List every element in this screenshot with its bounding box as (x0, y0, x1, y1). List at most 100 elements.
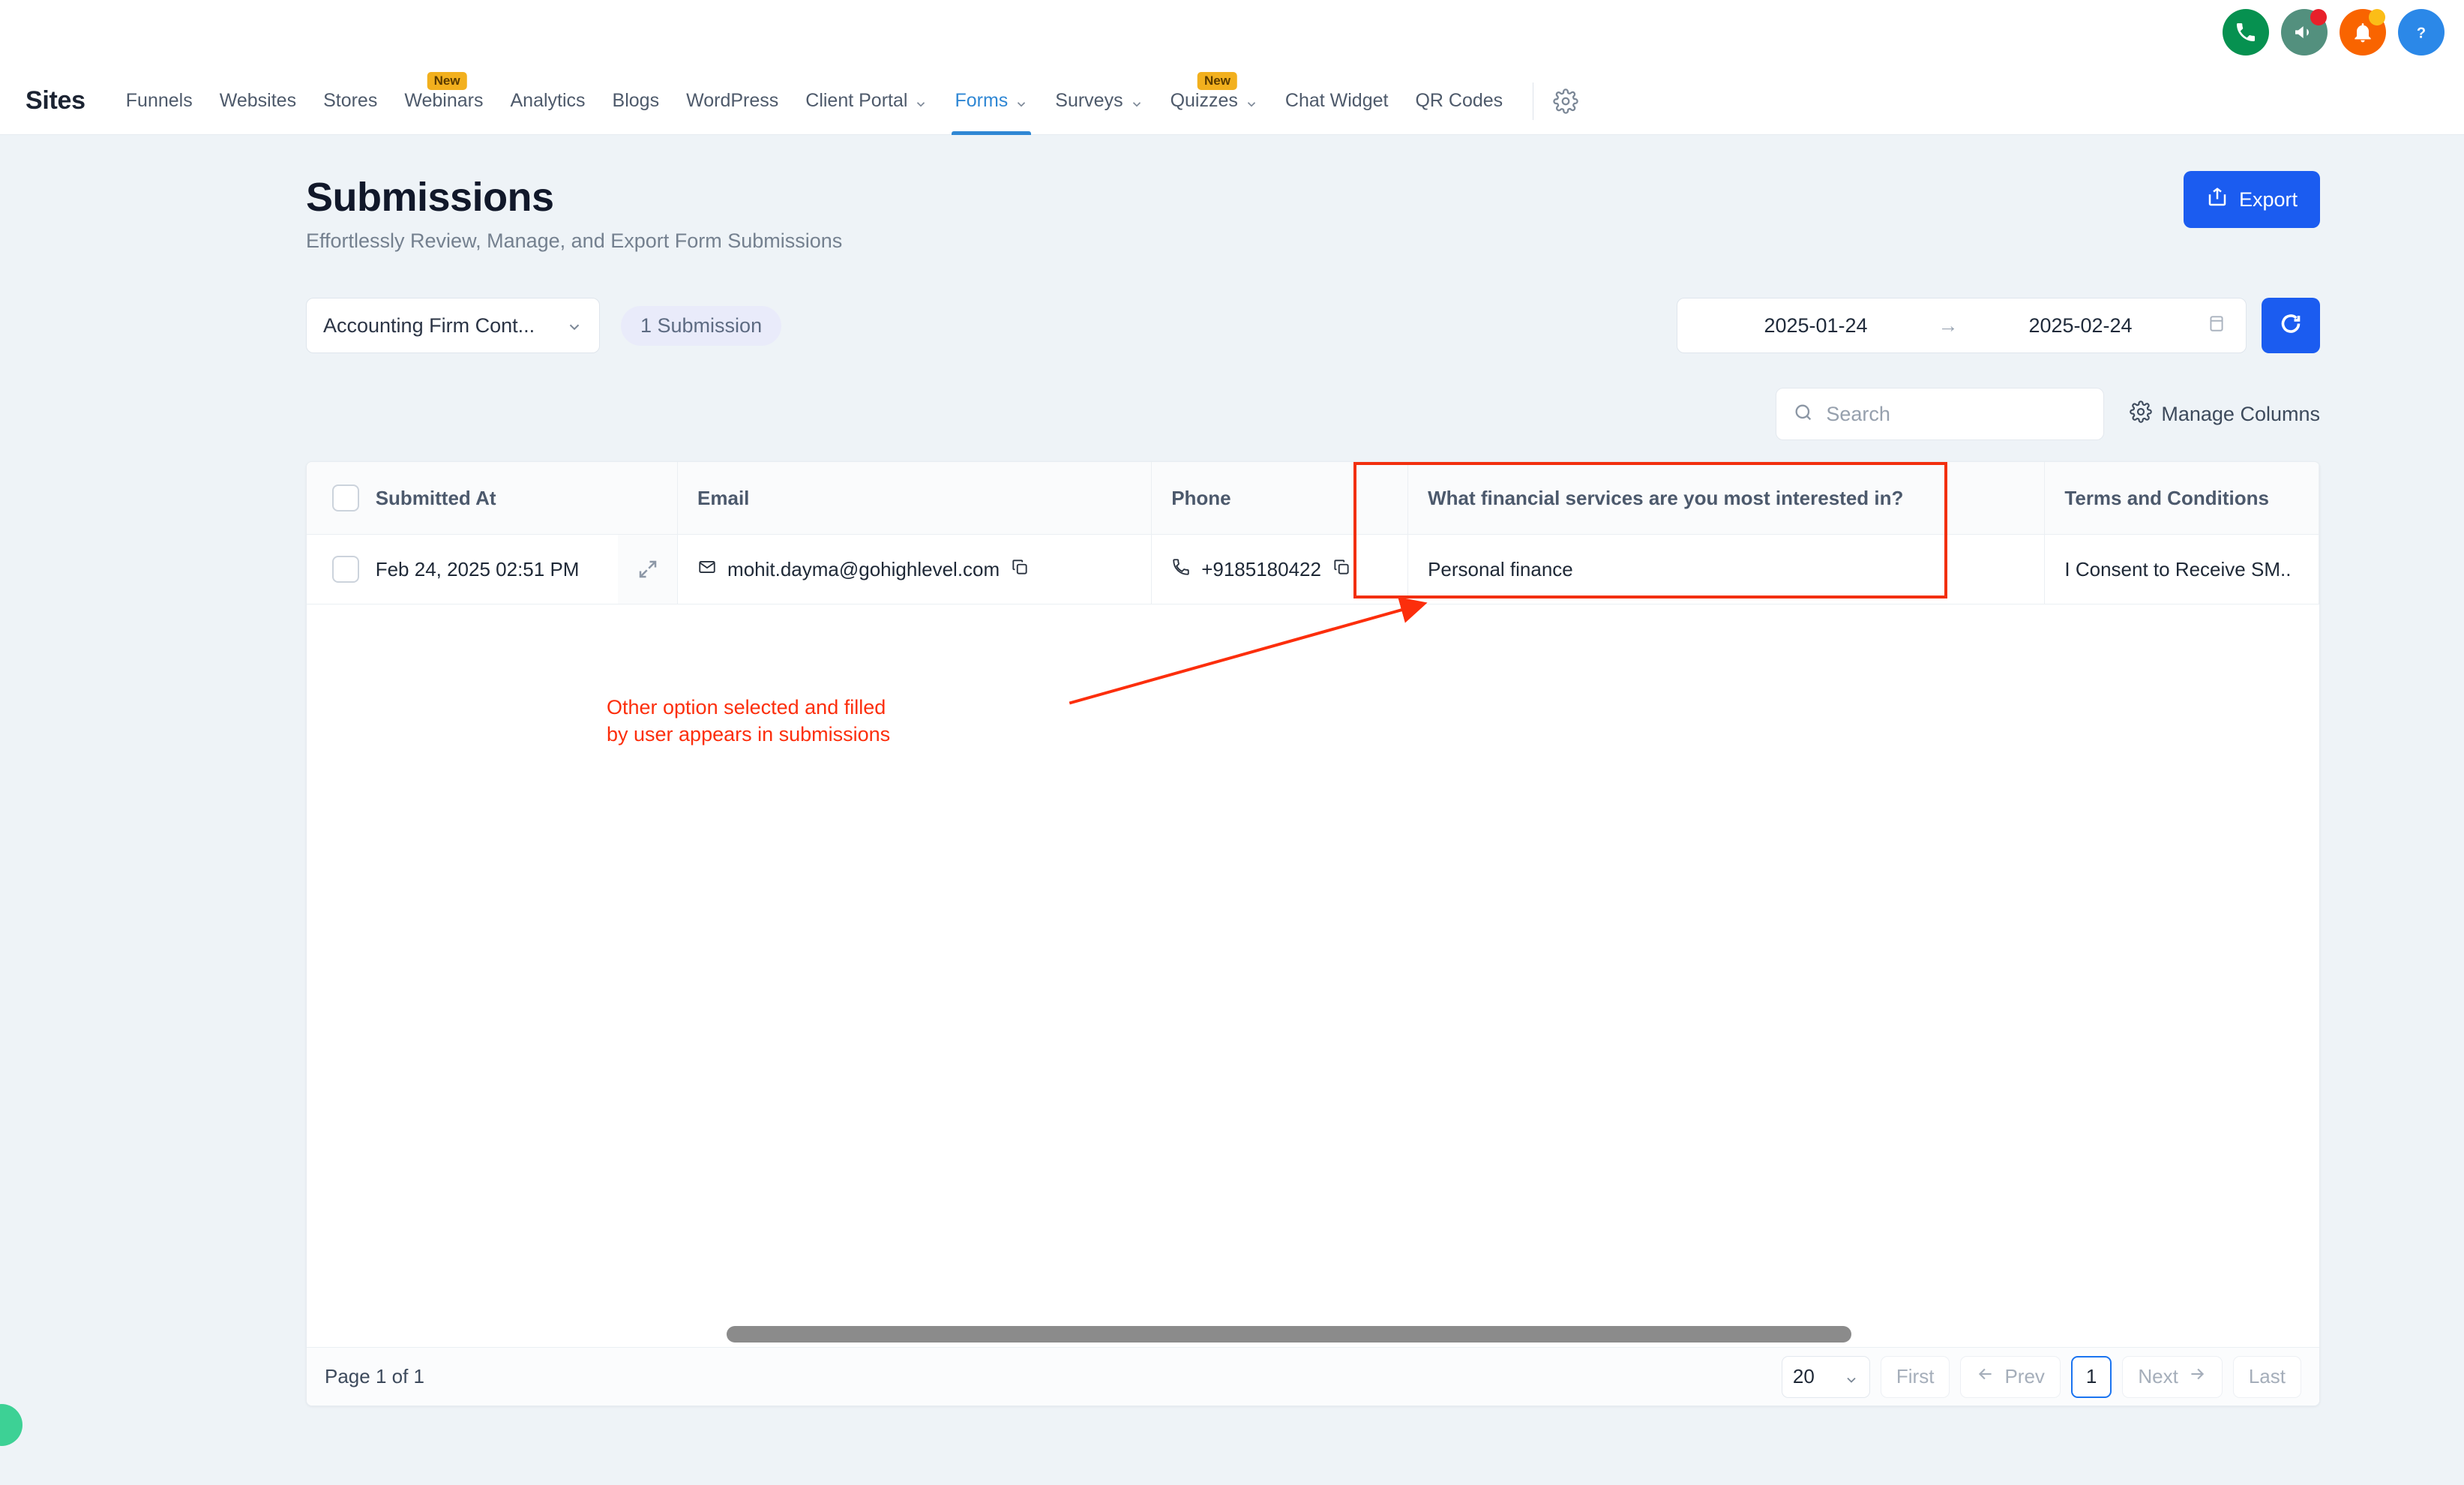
calendar-icon (2207, 314, 2226, 338)
chevron-down-icon (1245, 94, 1258, 108)
page-indicator: Page 1 of 1 (325, 1365, 424, 1388)
phone-value: +9185180422 (1201, 558, 1321, 581)
page-body: Submissions Effortlessly Review, Manage,… (0, 135, 2464, 1406)
col-header-phone[interactable]: Phone (1152, 462, 1408, 535)
nav-item-stores[interactable]: Stores (310, 68, 391, 135)
nav-item-label: WordPress (686, 90, 778, 112)
nav-item-quizzes[interactable]: QuizzesNew (1157, 68, 1272, 135)
export-icon (2206, 186, 2229, 214)
export-label: Export (2239, 188, 2298, 212)
select-all-header (307, 462, 368, 535)
first-page-button[interactable]: First (1881, 1356, 1950, 1398)
new-badge: New (427, 72, 467, 91)
nav-item-label: Forms (955, 90, 1008, 112)
annotation-line-1: Other option selected and filled (607, 694, 890, 722)
manage-columns-button[interactable]: Manage Columns (2130, 400, 2320, 428)
page-header: Submissions Effortlessly Review, Manage,… (0, 135, 2464, 253)
help-icon[interactable]: ? (2398, 9, 2445, 56)
cell-financial-services: Personal finance (1408, 535, 2045, 604)
row-expand-cell[interactable] (618, 535, 678, 604)
megaphone-icon[interactable] (2281, 9, 2328, 56)
date-from[interactable]: 2025-01-24 (1697, 314, 1935, 338)
chevron-down-icon (1130, 94, 1144, 108)
cell-email: mohit.dayma@gohighlevel.com (678, 535, 1152, 604)
per-page-select[interactable]: 20 (1782, 1356, 1870, 1398)
table-row[interactable]: Feb 24, 2025 02:51 PM mohit.dayma@gohigh… (307, 535, 2319, 604)
current-page-button[interactable]: 1 (2071, 1356, 2112, 1398)
gear-icon[interactable] (1542, 88, 1589, 114)
bell-badge (2369, 9, 2385, 26)
search-input[interactable] (1826, 403, 2087, 426)
nav-item-funnels[interactable]: Funnels (112, 68, 206, 135)
col-header-terms[interactable]: Terms and Conditions (2045, 462, 2319, 535)
nav-item-websites[interactable]: Websites (206, 68, 310, 135)
date-to[interactable]: 2025-02-24 (1962, 314, 2199, 338)
cell-terms: I Consent to Receive SM.. (2045, 535, 2319, 604)
submissions-table: Submitted At Email Phone What financial … (307, 462, 2319, 604)
nav-item-label: Client Portal (805, 90, 907, 112)
phone-icon[interactable] (2223, 9, 2269, 56)
nav-item-webinars[interactable]: WebinarsNew (391, 68, 496, 135)
search-box[interactable] (1776, 388, 2104, 440)
submission-count-badge: 1 Submission (621, 306, 781, 346)
bell-icon[interactable] (2340, 9, 2386, 56)
scrollbar-thumb[interactable] (727, 1326, 1851, 1342)
nav-item-analytics[interactable]: Analytics (496, 68, 598, 135)
per-page-value: 20 (1793, 1365, 1815, 1388)
row-select-cell (307, 535, 368, 604)
col-header-financial-services[interactable]: What financial services are you most int… (1408, 462, 2045, 535)
cell-phone: +9185180422 (1152, 535, 1408, 604)
nav-item-client-portal[interactable]: Client Portal (792, 68, 941, 135)
page-subtitle: Effortlessly Review, Manage, and Export … (306, 230, 2464, 253)
nav-item-qr-codes[interactable]: QR Codes (1401, 68, 1516, 135)
nav-item-chat-widget[interactable]: Chat Widget (1272, 68, 1402, 135)
email-value: mohit.dayma@gohighlevel.com (727, 558, 1000, 581)
copy-icon[interactable] (1010, 557, 1030, 582)
chevron-down-icon (1844, 1370, 1859, 1384)
pagination-controls: 20 First Prev 1 Ne (1782, 1356, 2301, 1398)
nav-item-label: Analytics (510, 90, 585, 112)
nav-item-forms[interactable]: Forms (941, 68, 1042, 135)
first-label: First (1896, 1365, 1935, 1388)
row-checkbox[interactable] (332, 556, 359, 583)
copy-icon[interactable] (1332, 557, 1351, 582)
col-header-expand (618, 462, 678, 535)
annotation-line-2: by user appears in submissions (607, 722, 890, 748)
arrow-left-icon (1976, 1364, 1995, 1389)
svg-text:?: ? (2417, 25, 2426, 41)
last-label: Last (2249, 1365, 2286, 1388)
date-range-picker[interactable]: 2025-01-24 → 2025-02-24 (1677, 298, 2247, 353)
next-page-button[interactable]: Next (2122, 1356, 2222, 1398)
page-title: Submissions (306, 174, 2464, 220)
last-page-button[interactable]: Last (2233, 1356, 2301, 1398)
nav-item-label: Stores (323, 90, 377, 112)
form-select[interactable]: Accounting Firm Cont... (306, 298, 600, 353)
new-badge: New (1198, 72, 1237, 91)
chat-widget-bubble[interactable] (0, 1404, 22, 1446)
col-header-email[interactable]: Email (678, 462, 1152, 535)
nav-item-label: Funnels (126, 90, 193, 112)
nav-item-label: Chat Widget (1285, 90, 1389, 112)
nav-item-blogs[interactable]: Blogs (599, 68, 673, 135)
next-label: Next (2138, 1365, 2178, 1388)
main-nav: Sites FunnelsWebsitesStoresWebinarsNewAn… (0, 68, 2464, 135)
nav-item-label: Websites (220, 90, 296, 112)
select-all-checkbox[interactable] (332, 484, 359, 512)
prev-label: Prev (2004, 1365, 2044, 1388)
nav-item-label: Quizzes (1171, 90, 1238, 112)
horizontal-scrollbar[interactable] (307, 1322, 2319, 1347)
arrow-right-icon (2187, 1364, 2207, 1389)
manage-columns-label: Manage Columns (2161, 403, 2320, 426)
top-icon-group: ? (2223, 9, 2445, 56)
nav-item-wordpress[interactable]: WordPress (673, 68, 792, 135)
search-icon (1793, 402, 1814, 427)
prev-page-button[interactable]: Prev (1960, 1356, 2060, 1398)
refresh-button[interactable] (2262, 298, 2320, 353)
chevron-down-icon (566, 317, 583, 334)
expand-icon[interactable] (618, 545, 677, 593)
nav-item-label: QR Codes (1415, 90, 1503, 112)
nav-item-surveys[interactable]: Surveys (1042, 68, 1156, 135)
col-header-submitted-at[interactable]: Submitted At (368, 462, 618, 535)
chevron-down-icon (1015, 94, 1028, 108)
export-button[interactable]: Export (2184, 171, 2320, 228)
